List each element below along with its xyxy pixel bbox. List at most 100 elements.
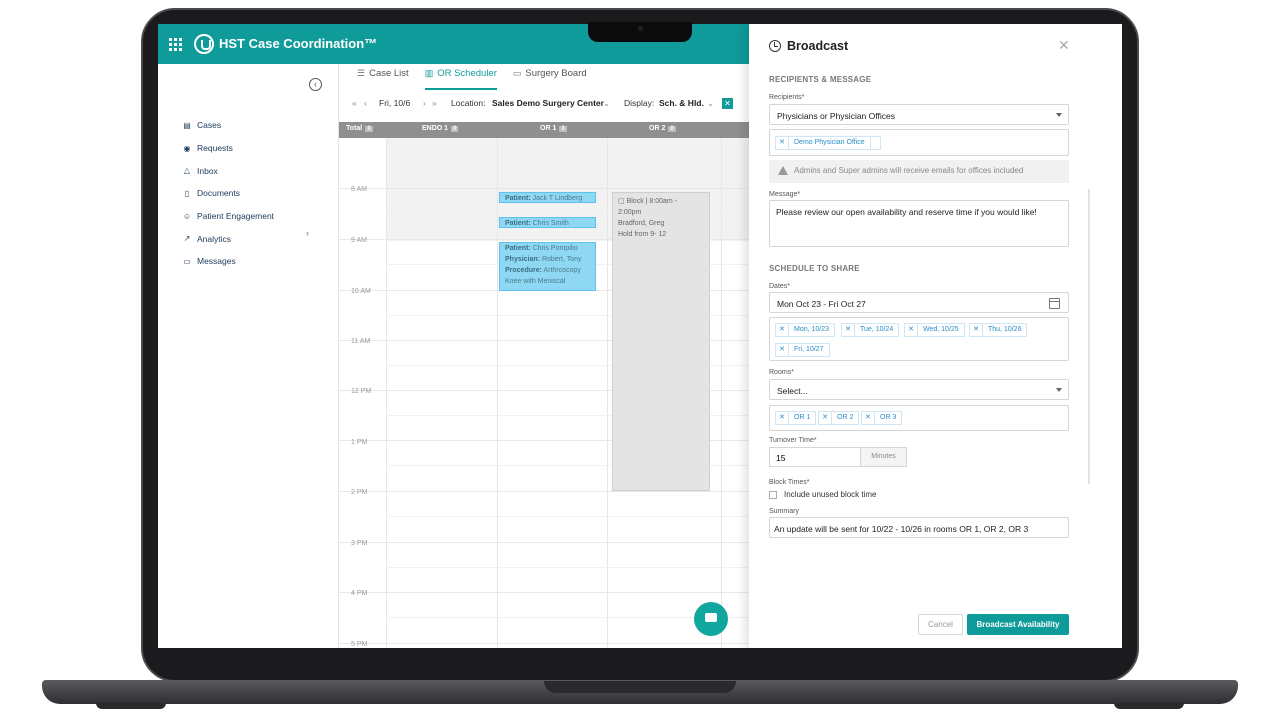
recipient-chip[interactable]: ✕ Demo Physician Office xyxy=(775,136,881,150)
column-or-1: OR 13 xyxy=(540,125,567,132)
remove-chip-icon[interactable]: ✕ xyxy=(776,324,789,336)
location-select[interactable]: Sales Demo Surgery Center xyxy=(492,98,604,108)
turnover-input[interactable]: 15 xyxy=(769,447,861,467)
column-endo-1: ENDO 10 xyxy=(422,125,459,132)
date-chip[interactable]: ✕ Mon, 10/23 xyxy=(775,323,836,337)
column-label: ENDO 1 xyxy=(422,125,449,132)
date-chip[interactable]: ✕ Fri, 10/27 xyxy=(775,343,830,357)
dates-input[interactable]: Mon Oct 23 - Fri Oct 27 xyxy=(769,292,1069,313)
case-event[interactable]: Patient: Chris Pompilio Physician: Rober… xyxy=(499,242,596,291)
turnover-label: Turnover Time* xyxy=(769,437,817,444)
chart-icon: ↗ xyxy=(183,234,191,244)
sidebar-item-label: Cases xyxy=(197,120,222,131)
remove-chip-icon[interactable]: ✕ xyxy=(905,324,918,336)
time-label: 1 PM xyxy=(351,439,368,446)
remove-chip-icon[interactable]: ✕ xyxy=(776,412,789,424)
sidebar-item-messages[interactable]: ▭ Messages xyxy=(182,250,274,273)
close-filter-icon[interactable]: ✕ xyxy=(722,98,733,109)
room-chip[interactable]: ✕ OR 2 xyxy=(818,411,860,425)
calendar-icon[interactable] xyxy=(1049,298,1060,309)
list-icon: ☰ xyxy=(357,68,366,78)
sidebar-item-patient-engagement[interactable]: ☺ Patient Engagement xyxy=(182,205,274,228)
chip-label: Tue, 10/24 xyxy=(860,326,894,333)
warning-icon xyxy=(778,166,788,175)
current-date[interactable]: Fri, 10/6 xyxy=(379,98,410,108)
recipients-select[interactable]: Physicians or Physician Offices xyxy=(769,104,1069,125)
laptop-foot-left xyxy=(96,703,166,709)
apps-grid-icon[interactable] xyxy=(169,38,182,51)
date-chip[interactable]: ✕ Wed, 10/25 xyxy=(904,323,965,337)
columns-icon: ▥ xyxy=(424,68,434,78)
cancel-button[interactable]: Cancel xyxy=(918,614,963,635)
message-textarea[interactable]: Please review our open availability and … xyxy=(769,200,1069,247)
column-label: OR 2 xyxy=(649,125,666,132)
display-select[interactable]: Sch. & Hld. xyxy=(659,98,704,108)
include-unused-block-label: Include unused block time xyxy=(784,490,877,499)
sidebar-item-requests[interactable]: ◉ Requests xyxy=(182,137,274,160)
tab-label: OR Scheduler xyxy=(437,68,497,79)
note-text: Admins and Super admins will receive ema… xyxy=(794,166,1024,175)
sidebar-item-label: Patient Engagement xyxy=(197,211,275,222)
time-label: 12 PM xyxy=(351,388,372,395)
chip-label: Thu, 10/26 xyxy=(988,326,1022,333)
date-chip[interactable]: ✕ Tue, 10/24 xyxy=(841,323,900,337)
tab-surgery-board[interactable]: ▭ Surgery Board xyxy=(513,68,587,90)
broadcast-availability-button[interactable]: Broadcast Availability xyxy=(967,614,1069,635)
remove-chip-icon[interactable]: ✕ xyxy=(842,324,855,336)
sidebar-item-analytics[interactable]: ↗ Analytics xyxy=(182,227,274,250)
event-field-label: Physician: xyxy=(505,256,541,263)
sidebar-item-label: Analytics xyxy=(197,233,232,244)
tab-case-list[interactable]: ☰ Case List xyxy=(357,68,409,90)
close-icon[interactable]: ✕ xyxy=(1058,37,1070,54)
room-chip[interactable]: ✕ OR 3 xyxy=(861,411,903,425)
event-field-label: Patient: xyxy=(505,245,531,252)
remove-chip-icon[interactable]: ✕ xyxy=(819,412,832,424)
chat-icon[interactable] xyxy=(694,602,728,636)
chevron-down-icon[interactable]: ⌄ xyxy=(707,98,714,109)
chevron-down-icon xyxy=(1056,388,1062,392)
rooms-label: Rooms* xyxy=(769,369,794,376)
chevron-right-icon[interactable]: › xyxy=(306,228,309,238)
column-count: 0 xyxy=(668,126,676,132)
collapse-sidebar-icon[interactable]: ‹ xyxy=(309,78,322,91)
tab-or-scheduler[interactable]: ▥ OR Scheduler xyxy=(424,68,497,90)
include-unused-block-checkbox[interactable] xyxy=(769,491,777,499)
time-label: 2 PM xyxy=(351,489,368,496)
sidebar-item-documents[interactable]: ▯ Documents xyxy=(182,182,274,205)
chevron-down-icon xyxy=(1056,113,1062,117)
screen: HST Case Coordination™ ‹ ▤ Cases ◉ Request… xyxy=(158,24,1122,648)
monitor-icon: ▭ xyxy=(512,68,522,78)
remove-chip-icon[interactable]: ✕ xyxy=(862,412,875,424)
sidebar-item-cases[interactable]: ▤ Cases xyxy=(182,114,274,137)
time-label: 8 AM xyxy=(351,186,367,193)
remove-chip-icon[interactable]: ✕ xyxy=(776,137,789,149)
chevron-down-icon[interactable]: ⌄ xyxy=(603,98,610,109)
date-chip[interactable]: ✕ Thu, 10/26 xyxy=(969,323,1028,337)
calendar-header: Total 3 ENDO 10 OR 13 OR 20 xyxy=(339,122,749,138)
first-page-icon[interactable]: « xyxy=(352,98,357,108)
remove-chip-icon[interactable]: ✕ xyxy=(776,344,789,356)
last-page-icon[interactable]: » xyxy=(432,98,437,108)
case-event[interactable]: Patient: Chris Smith xyxy=(499,217,596,228)
broadcast-panel: Broadcast ✕ RECIPIENTS & MESSAGE Recipie… xyxy=(749,24,1122,648)
block-line: Hold from 9- 12 xyxy=(618,231,667,238)
calendar-grid[interactable]: 8 AM 9 AM 10 AM 11 AM 12 PM 1 PM 2 PM 3 … xyxy=(339,138,749,648)
summary-field[interactable]: An update will be sent for 10/22 - 10/26… xyxy=(769,517,1069,538)
block-time[interactable]: ▢ Block | 8:00am - 2:00pm Bradford, Greg… xyxy=(612,192,710,491)
sidebar-item-inbox[interactable]: △ Inbox xyxy=(182,159,274,182)
block-icon: ▢ xyxy=(618,198,625,205)
location-label: Location: xyxy=(451,98,486,108)
remove-chip-icon[interactable]: ✕ xyxy=(970,324,983,336)
next-day-icon[interactable]: › xyxy=(423,98,426,108)
block-times-label: Block Times* xyxy=(769,479,810,486)
time-label: 9 AM xyxy=(351,237,367,244)
panel-scrollbar[interactable] xyxy=(1088,189,1090,484)
prev-day-icon[interactable]: ‹ xyxy=(364,98,367,108)
rooms-select[interactable]: Select... xyxy=(769,379,1069,400)
summary-label: Summary xyxy=(769,508,799,515)
room-chip[interactable]: ✕ OR 1 xyxy=(775,411,817,425)
case-event[interactable]: Patient: Jack T Lindberg xyxy=(499,192,596,203)
recipients-label: Recipients* xyxy=(769,94,805,101)
dates-label: Dates* xyxy=(769,283,791,290)
inbox-icon: △ xyxy=(183,166,191,176)
